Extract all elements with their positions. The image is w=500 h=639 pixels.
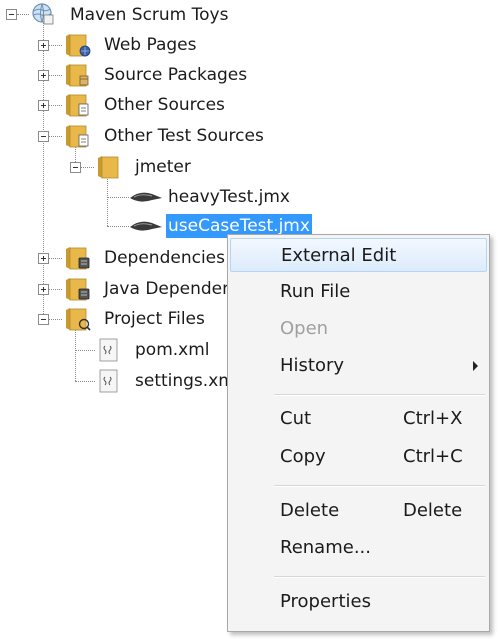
- collapse-toggle-other-test-sources[interactable]: [38, 131, 49, 142]
- tree-item-other-sources-label[interactable]: Other Sources: [102, 93, 227, 117]
- project-files-folder-icon: [66, 308, 91, 331]
- tree-item-project-files-label[interactable]: Project Files: [102, 307, 207, 331]
- expand-toggle-other-sources[interactable]: [38, 100, 49, 111]
- tree-line: [80, 167, 94, 168]
- jmx-file-icon: [130, 192, 162, 202]
- menu-item-label: Properties: [280, 591, 371, 612]
- web-pages-folder-icon: [66, 34, 91, 57]
- menu-item-label: Run File: [280, 281, 351, 302]
- tree-line: [48, 45, 62, 46]
- menu-item-label: External Edit: [281, 245, 397, 266]
- other-sources-folder-icon: [66, 94, 89, 117]
- menu-item-shortcut: Delete: [403, 500, 463, 521]
- menu-item-label: Open: [280, 318, 329, 339]
- expand-toggle-dependencies[interactable]: [38, 253, 49, 264]
- collapse-toggle-project-files[interactable]: [38, 314, 49, 325]
- collapse-toggle-jmeter[interactable]: [70, 162, 81, 173]
- jmeter-folder-icon: [98, 156, 119, 179]
- source-packages-folder-icon: [66, 64, 89, 87]
- tree-item-source-packages-label[interactable]: Source Packages: [102, 63, 249, 87]
- menu-item-open: Open: [230, 312, 487, 346]
- xml-file-icon: [99, 338, 118, 362]
- menu-item-run-file[interactable]: Run File: [230, 275, 487, 309]
- tree-line: [48, 75, 62, 76]
- submenu-arrow-icon: [473, 361, 478, 371]
- tree-line: [107, 226, 129, 227]
- menu-item-label: Delete: [280, 500, 340, 521]
- tree-item-jmeter-label[interactable]: jmeter: [133, 155, 193, 179]
- menu-item-rename[interactable]: Rename...: [230, 531, 487, 565]
- dependencies-folder-icon: [66, 247, 90, 270]
- menu-item-shortcut: Ctrl+X: [403, 408, 463, 429]
- jmx-file-icon: [130, 221, 162, 231]
- menu-separator: [274, 576, 485, 578]
- menu-item-label: History: [280, 355, 345, 376]
- tree-line: [48, 136, 62, 137]
- tree-item-other-test-sources-label[interactable]: Other Test Sources: [102, 124, 266, 148]
- menu-item-external-edit[interactable]: External Edit: [230, 238, 487, 272]
- tree-line: [48, 258, 62, 259]
- tree-line: [17, 14, 29, 15]
- tree-item-pom-label[interactable]: pom.xml: [133, 338, 212, 362]
- other-test-sources-folder-icon: [66, 125, 89, 148]
- menu-separator: [274, 394, 485, 396]
- xml-file-icon: [99, 369, 118, 393]
- expand-toggle-source-packages[interactable]: [38, 70, 49, 81]
- tree-line: [48, 289, 62, 290]
- tree-line: [43, 20, 44, 320]
- tree-line: [75, 329, 76, 381]
- tree-item-web-pages-label[interactable]: Web Pages: [102, 33, 198, 57]
- tree-line: [48, 319, 62, 320]
- menu-item-cut[interactable]: Cut Ctrl+X: [230, 402, 487, 436]
- tree-item-dependencies-label[interactable]: Dependencies: [102, 246, 227, 270]
- menu-item-label: Rename...: [280, 537, 371, 558]
- menu-item-delete[interactable]: Delete Delete: [230, 494, 487, 528]
- menu-item-properties[interactable]: Properties: [230, 585, 487, 619]
- tree-line: [75, 350, 95, 351]
- menu-item-history[interactable]: History: [230, 349, 487, 383]
- tree-item-settings-label[interactable]: settings.xml: [133, 369, 242, 393]
- menu-item-shortcut: Ctrl+C: [403, 446, 463, 467]
- tree-item-heavy-test-label[interactable]: heavyTest.jmx: [166, 185, 292, 209]
- tree-item-root-label[interactable]: Maven Scrum Toys: [68, 3, 230, 27]
- expand-toggle-web-pages[interactable]: [38, 40, 49, 51]
- context-menu: External Edit Run File Open History Cut …: [227, 234, 490, 632]
- tree-line: [75, 381, 95, 382]
- menu-item-label: Cut: [280, 408, 312, 429]
- menu-item-label: Copy: [280, 446, 326, 467]
- expand-toggle-java-dependencies[interactable]: [38, 284, 49, 295]
- collapse-toggle-root[interactable]: [6, 9, 17, 20]
- menu-separator: [274, 485, 485, 487]
- menu-item-copy[interactable]: Copy Ctrl+C: [230, 440, 487, 474]
- maven-project-icon: [32, 3, 54, 25]
- tree-line: [107, 176, 108, 226]
- java-dependencies-folder-icon: [66, 278, 90, 301]
- tree-line: [107, 197, 129, 198]
- tree-line: [48, 105, 62, 106]
